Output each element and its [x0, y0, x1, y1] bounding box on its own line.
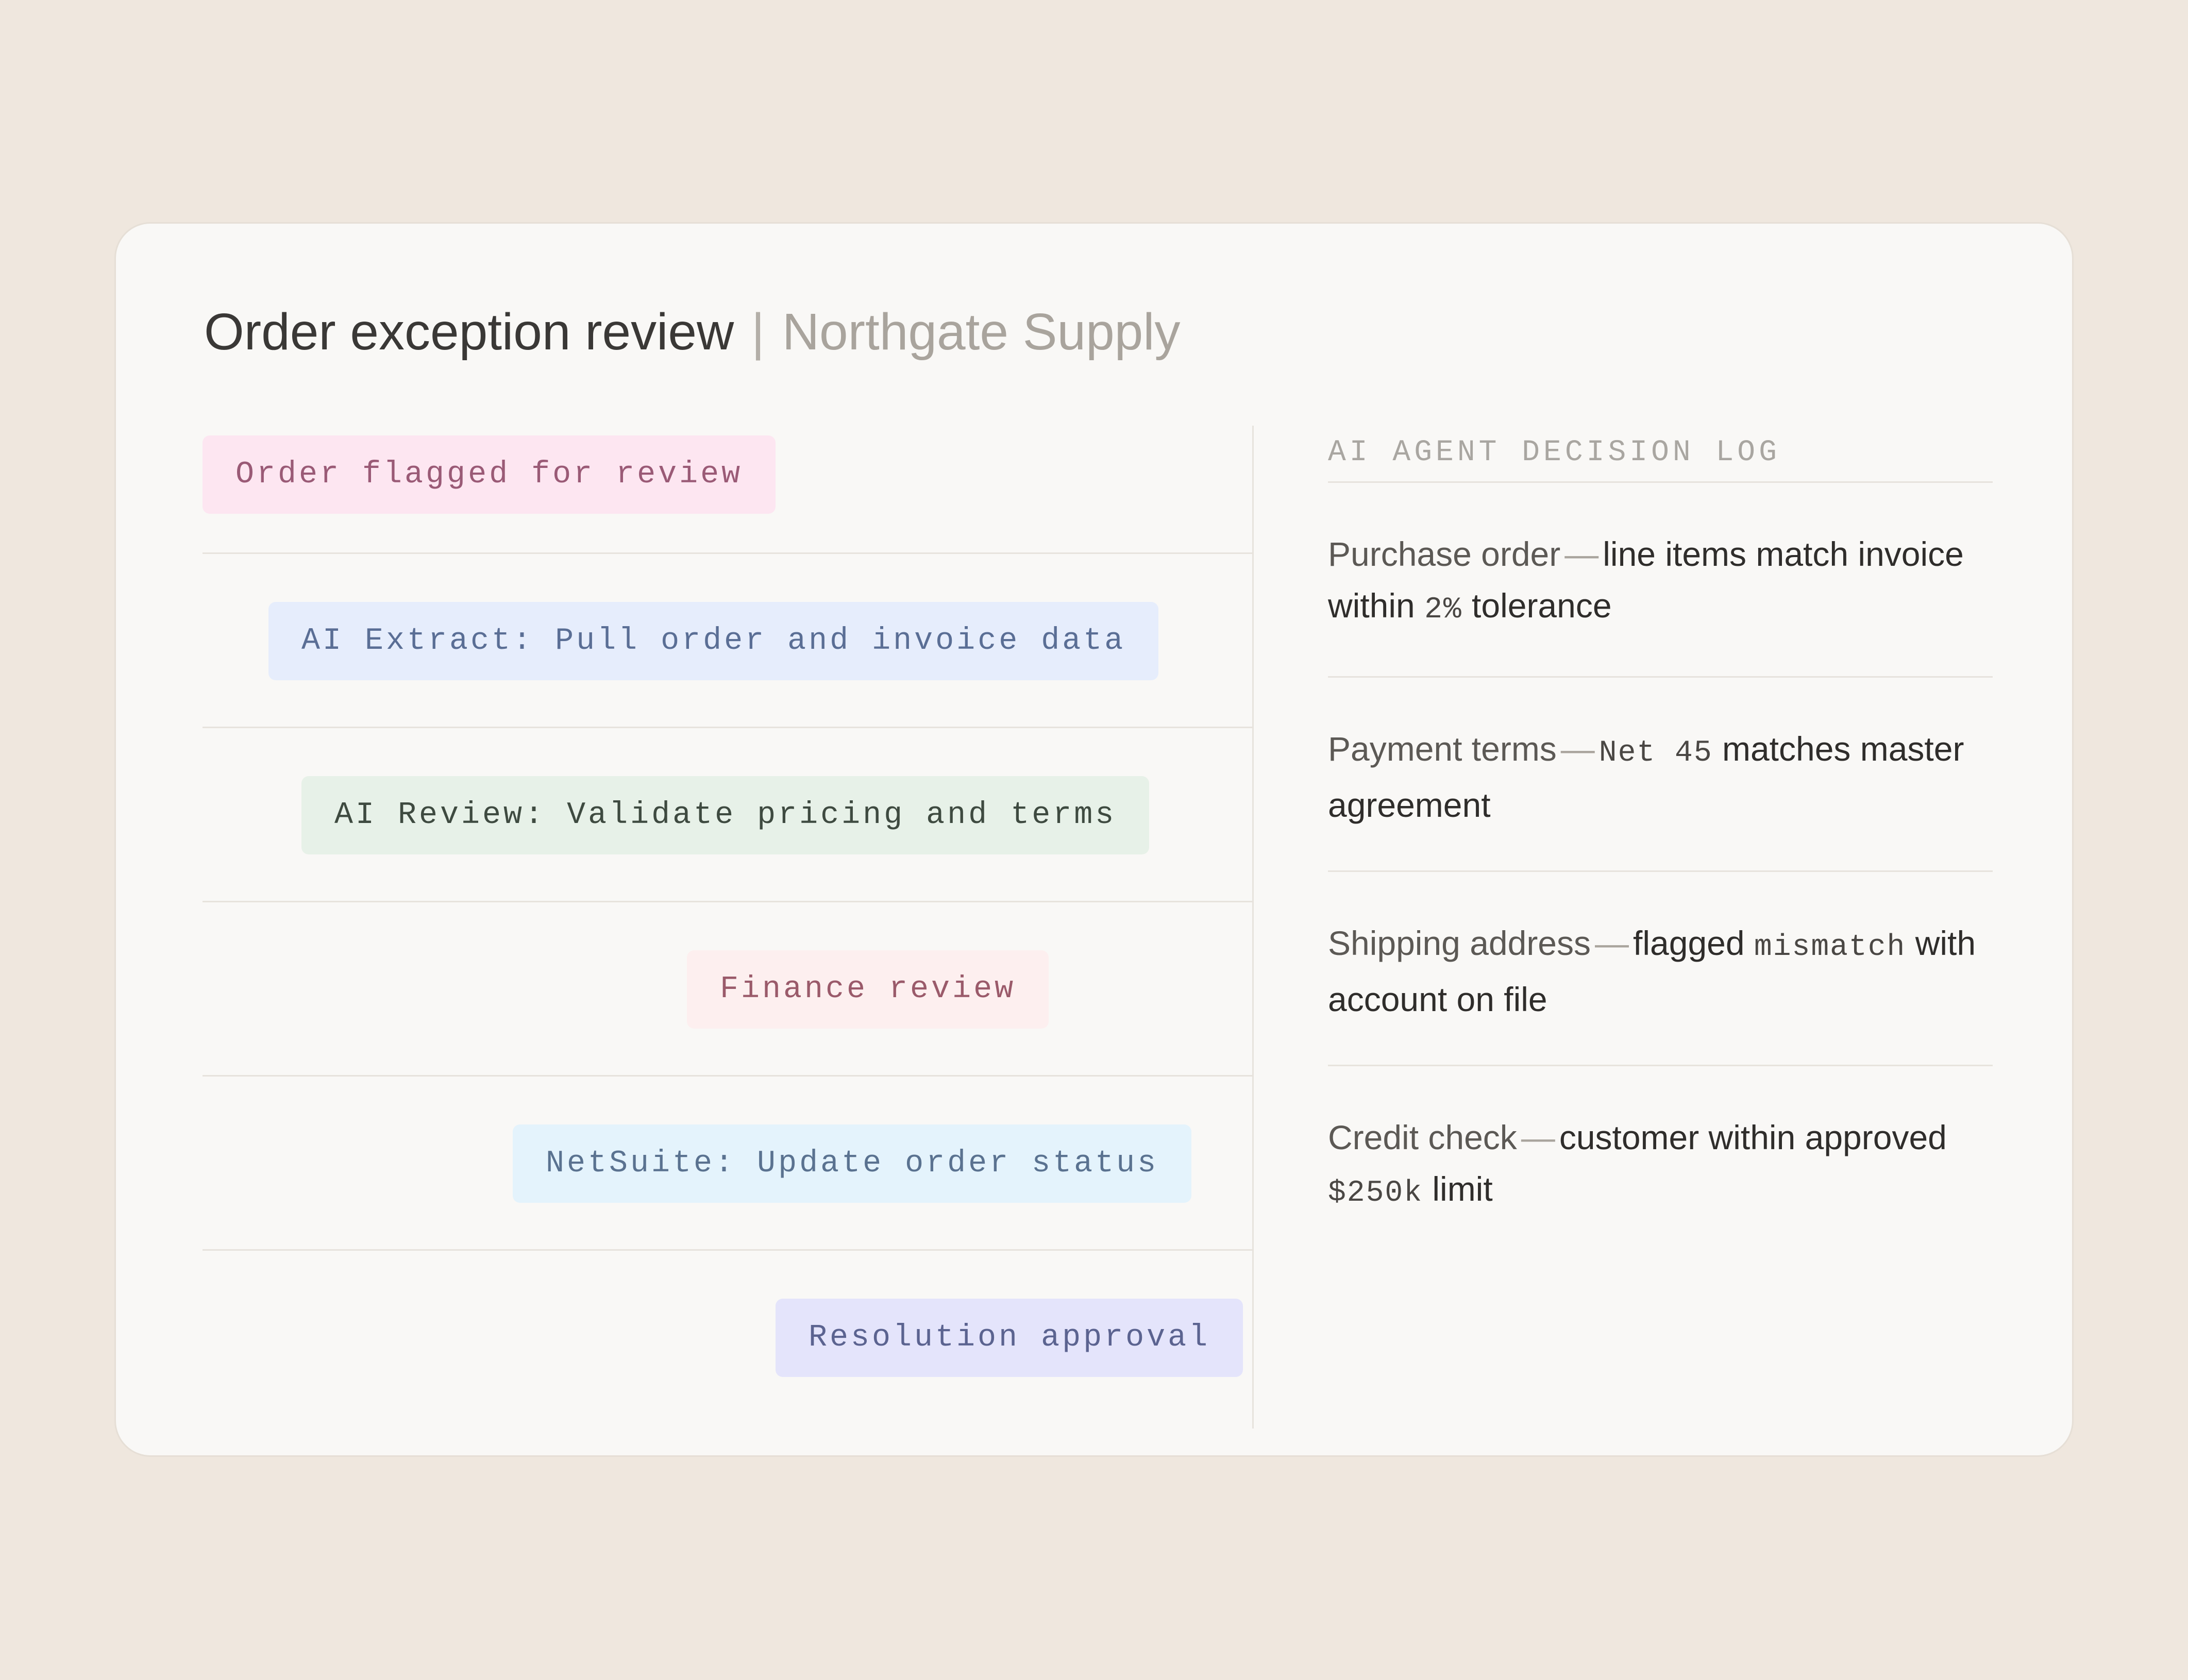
- step-order-flagged[interactable]: Order flagged for review: [203, 435, 776, 514]
- title-separator: |: [751, 303, 765, 361]
- log-entry-dash: —: [1595, 924, 1629, 962]
- log-entry-text: customer within approved: [1559, 1118, 1947, 1156]
- log-entry-text: tolerance: [1462, 586, 1612, 625]
- workflow-row: AI Extract: Pull order and invoice data: [203, 552, 1254, 727]
- log-entry-value: mismatch: [1754, 931, 1906, 964]
- step-ai-extract[interactable]: AI Extract: Pull order and invoice data: [268, 602, 1159, 680]
- step-netsuite-update[interactable]: NetSuite: Update order status: [513, 1124, 1192, 1203]
- log-entry-purchase-order: Purchase order — line items match invoice …: [1328, 483, 1993, 678]
- log-entry-value: 2%: [1424, 593, 1462, 627]
- log-entry-shipping-address: Shipping address — flagged mismatch with a…: [1328, 872, 1993, 1066]
- log-entry-text: flagged: [1633, 924, 1754, 962]
- log-entry-payment-terms: Payment terms — Net 45 matches master agre…: [1328, 678, 1993, 872]
- page-title: Order exception review | Northgate Suppl…: [204, 301, 1181, 363]
- log-entry-value: Net 45: [1598, 736, 1713, 770]
- log-entry-text: limit: [1423, 1170, 1493, 1208]
- title-subtitle: Northgate Supply: [782, 303, 1181, 361]
- workflow-row: Finance review: [203, 901, 1254, 1075]
- decision-log-title: AI AGENT DECISION LOG: [1328, 425, 1993, 483]
- workflow-row: Resolution approval: [203, 1249, 1254, 1423]
- workflow-steps: Order flagged for review AI Extract: Pul…: [203, 426, 1254, 1377]
- step-finance-review[interactable]: Finance review: [687, 950, 1049, 1029]
- column-divider: [1252, 426, 1254, 1429]
- log-entry-dash: —: [1564, 535, 1599, 573]
- workflow-row: NetSuite: Update order status: [203, 1075, 1254, 1249]
- step-ai-review[interactable]: AI Review: Validate pricing and terms: [301, 776, 1150, 854]
- log-entry-label: Payment terms: [1328, 730, 1557, 768]
- log-entry-credit-check: Credit check — customer within approved $2…: [1328, 1066, 1993, 1261]
- log-entry-dash: —: [1521, 1118, 1555, 1156]
- decision-log: AI AGENT DECISION LOG Purchase order — lin…: [1328, 425, 1993, 1261]
- log-entry-label: Purchase order: [1328, 535, 1561, 573]
- log-entry-value: $250k: [1328, 1177, 1423, 1210]
- workflow-row: AI Review: Validate pricing and terms: [203, 727, 1254, 901]
- title-main: Order exception review: [204, 303, 734, 361]
- step-resolution-approval[interactable]: Resolution approval: [776, 1299, 1243, 1377]
- log-entry-dash: —: [1560, 730, 1595, 768]
- log-entry-label: Credit check: [1328, 1118, 1517, 1156]
- order-exception-card: Order exception review | Northgate Suppl…: [114, 222, 2074, 1457]
- log-entry-label: Shipping address: [1328, 924, 1591, 962]
